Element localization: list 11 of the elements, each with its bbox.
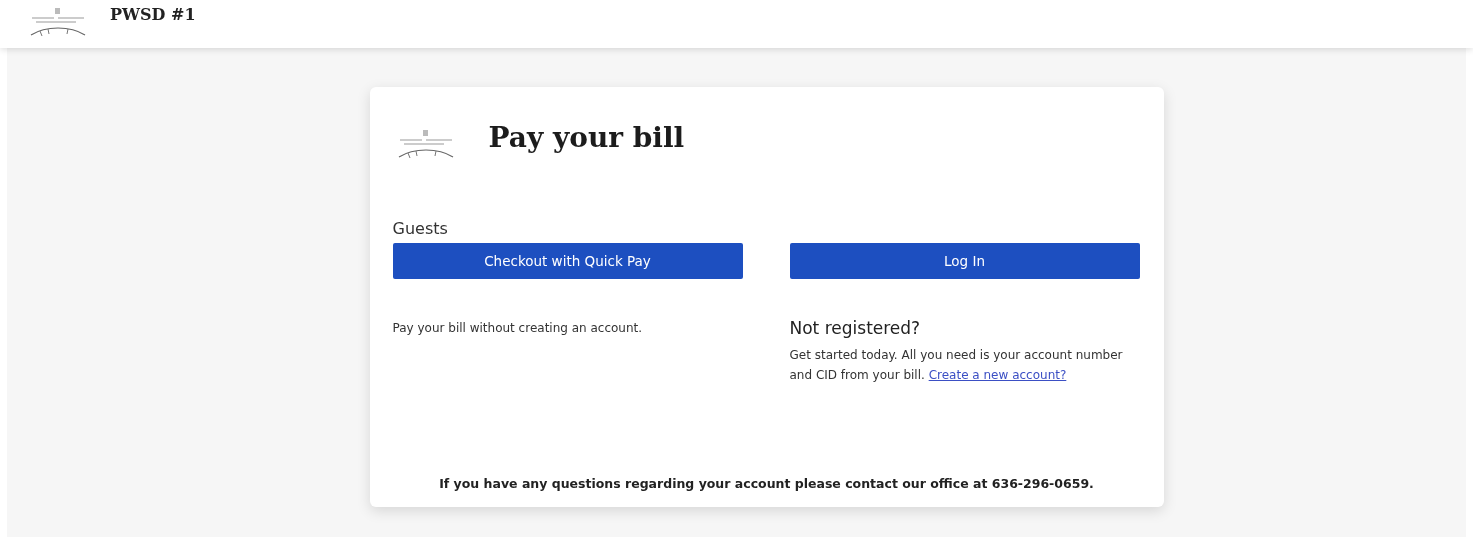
create-account-link[interactable]: Create a new account? <box>928 368 1067 382</box>
section-label: Guests <box>392 219 449 240</box>
contact-text: If you have any questions regarding your account please contact our office at 636-296-0659. <box>438 476 1095 491</box>
section-heading: Not registered? <box>789 318 922 338</box>
description-text: Pay your bill without creating an account. <box>392 320 644 337</box>
login-button[interactable]: Log In <box>789 243 1140 279</box>
page-heading: Pay your bill <box>488 120 685 154</box>
logo-drawing <box>28 6 88 38</box>
description-text: Get started today. All you need is your account number and CID from your bill. Create a new account? <box>789 347 1124 384</box>
quick-pay-button[interactable]: Checkout with Quick Pay <box>392 243 743 279</box>
site-title: PWSD #1 <box>110 5 196 24</box>
